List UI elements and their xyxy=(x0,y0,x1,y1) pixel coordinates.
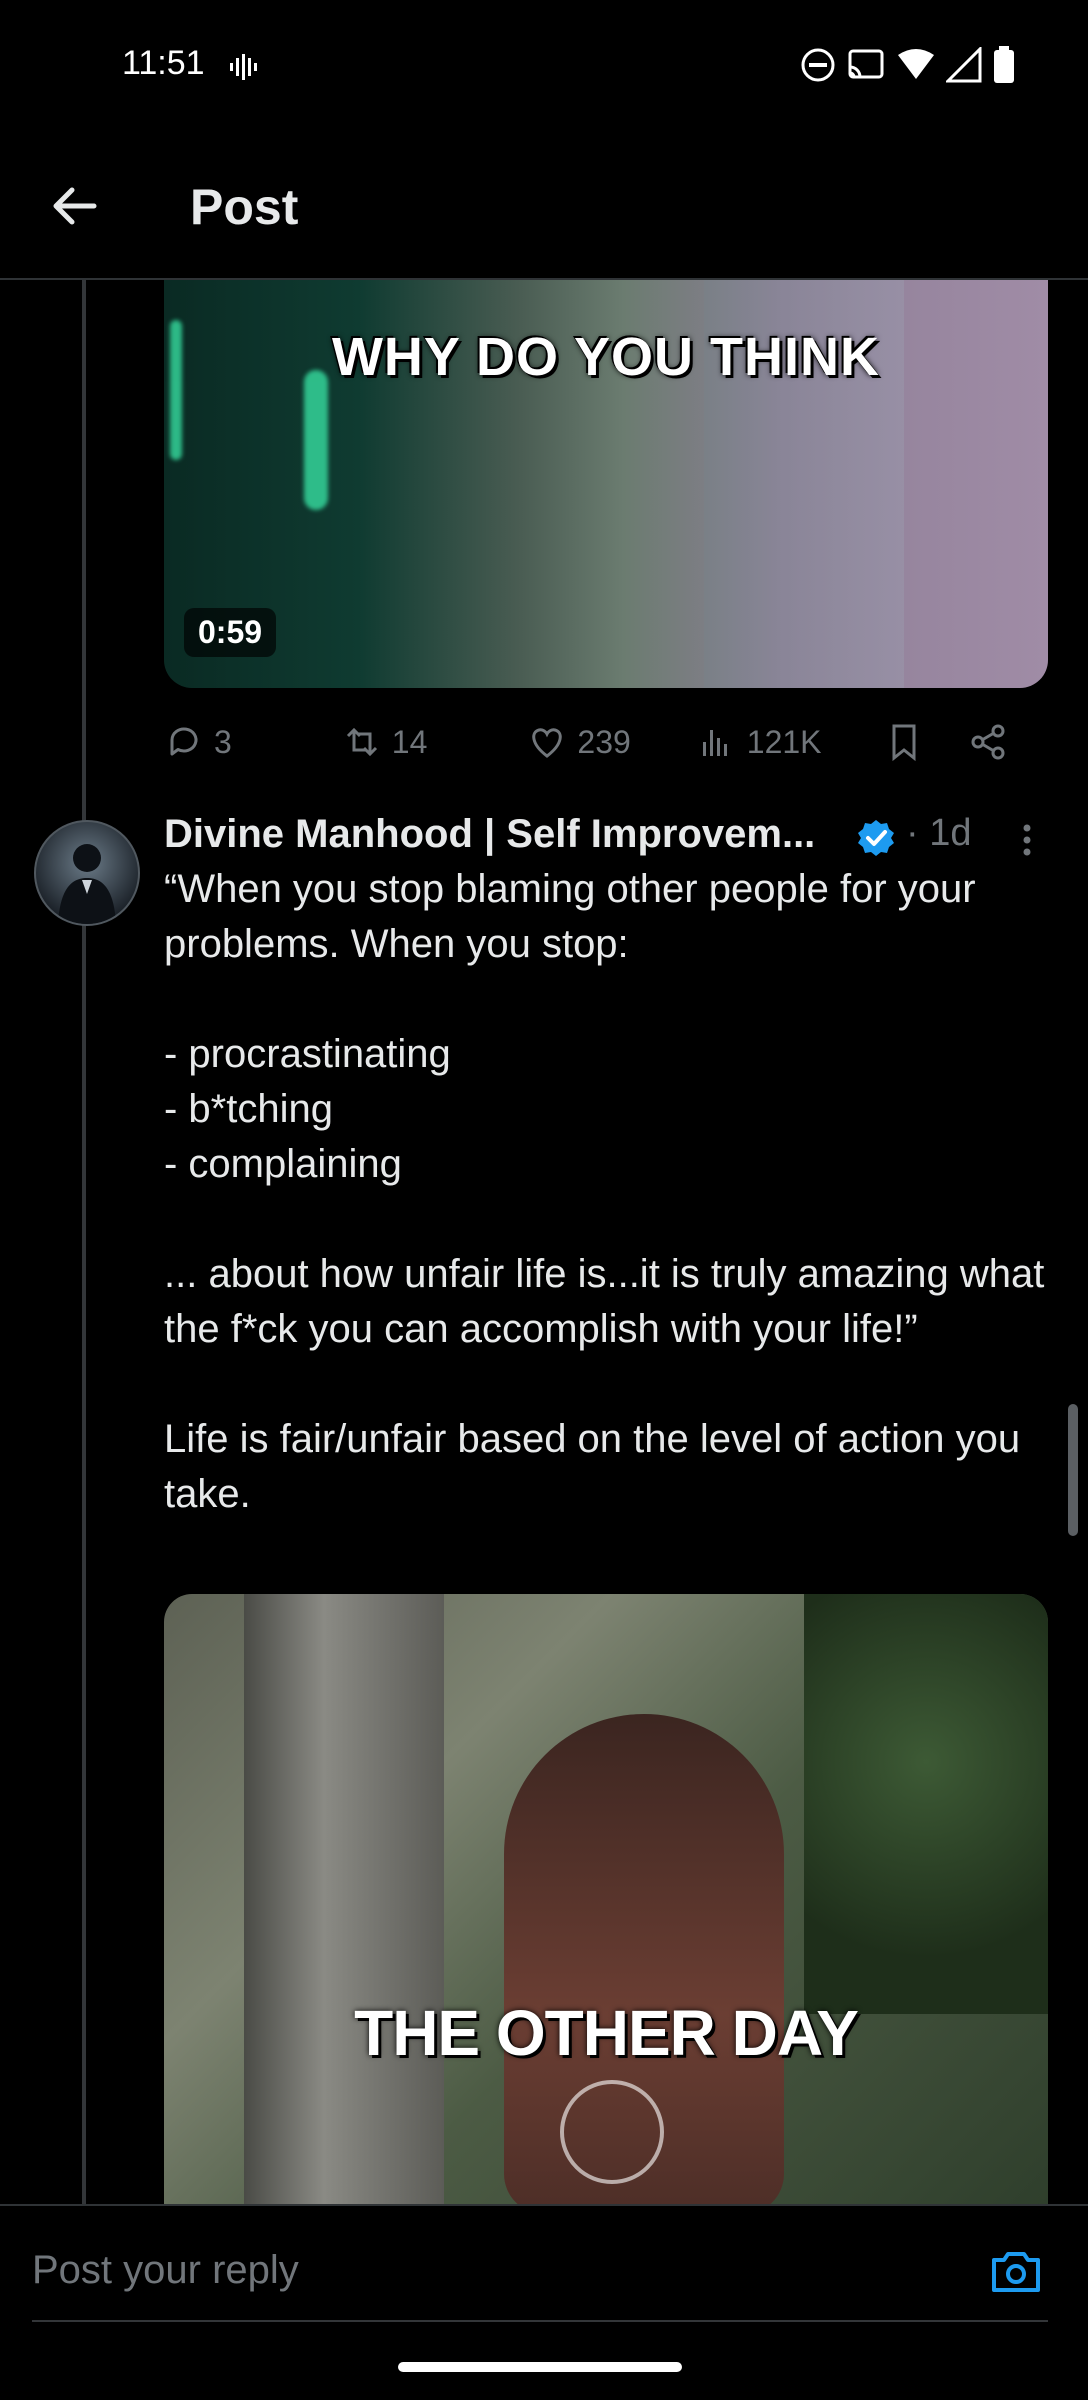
video-media-1[interactable]: WHY DO YOU THINK 0:59 xyxy=(164,280,1048,688)
post-text: “When you stop blaming other people for … xyxy=(164,867,1045,1516)
share-icon xyxy=(971,724,1005,760)
more-options-button[interactable] xyxy=(1012,820,1042,860)
more-vertical-icon xyxy=(1023,824,1031,856)
bookmark-icon xyxy=(892,724,916,762)
reply-divider xyxy=(0,2204,1088,2206)
person-silhouette-icon xyxy=(58,844,116,924)
reply-input[interactable]: Post your reply xyxy=(32,2248,299,2293)
voice-activity-icon xyxy=(228,52,258,87)
view-count: 121K xyxy=(746,723,822,760)
camera-icon xyxy=(992,2252,1040,2292)
back-button[interactable] xyxy=(46,178,102,234)
repost-count: 14 xyxy=(391,723,428,760)
reply-button[interactable]: 3 xyxy=(164,722,232,762)
share-button[interactable] xyxy=(968,722,1008,762)
post-time: · 1d xyxy=(906,812,972,854)
avatar[interactable] xyxy=(34,820,140,926)
video-duration: 0:59 xyxy=(184,608,277,657)
foliage xyxy=(804,1594,1048,2014)
thread-line xyxy=(82,280,86,2205)
like-count: 239 xyxy=(577,723,631,760)
home-indicator[interactable] xyxy=(398,2362,682,2372)
verified-badge-icon xyxy=(856,818,896,858)
post-actions: 3 14 239 121K xyxy=(164,716,1064,768)
scrollbar-thumb[interactable] xyxy=(1068,1404,1078,1536)
do-not-disturb-icon xyxy=(801,48,835,82)
video-media-2[interactable]: THE OTHER DAY xyxy=(164,1594,1048,2204)
tree-trunk xyxy=(244,1594,444,2204)
page-title: Post xyxy=(190,179,299,235)
arrow-left-icon xyxy=(53,187,97,225)
repost-button[interactable]: 14 xyxy=(342,722,428,762)
battery-icon xyxy=(994,46,1014,83)
wifi-icon xyxy=(898,49,934,79)
repost-icon xyxy=(346,727,377,757)
video-caption: THE OTHER DAY xyxy=(354,1997,859,2069)
tree-logo-icon xyxy=(560,2080,664,2184)
author-name[interactable]: Divine Manhood | Self Improvem... xyxy=(164,812,815,857)
views-button[interactable]: 121K xyxy=(697,722,822,762)
video-caption: WHY DO YOU THINK xyxy=(331,327,881,387)
reply-count: 3 xyxy=(214,723,232,760)
cast-icon xyxy=(848,49,884,79)
reply-icon xyxy=(170,727,198,756)
like-button[interactable]: 239 xyxy=(527,722,631,762)
status-time: 11:51 xyxy=(122,44,205,82)
bookmark-button[interactable] xyxy=(884,722,924,762)
status-icons xyxy=(800,46,1016,84)
signal-icon xyxy=(946,47,982,83)
bar-chart-icon xyxy=(702,730,727,756)
reply-underline xyxy=(32,2320,1048,2322)
heart-icon xyxy=(532,728,563,758)
light-glow xyxy=(304,370,328,510)
camera-button[interactable] xyxy=(988,2244,1044,2300)
